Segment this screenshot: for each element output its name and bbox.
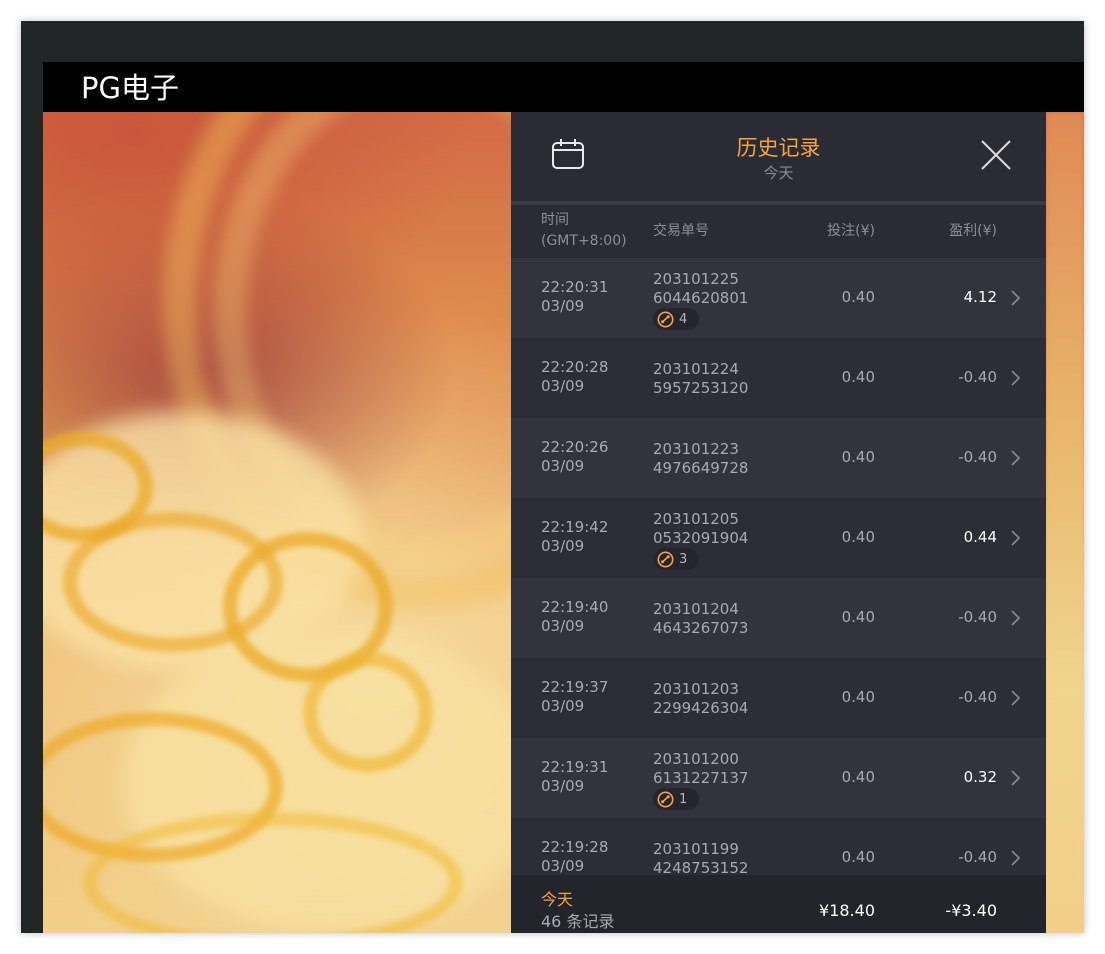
row-bet: 0.40 (841, 848, 875, 866)
free-spin-icon (657, 791, 674, 807)
close-icon (981, 140, 1011, 170)
row-order-number: 203101199 4248753152 (653, 840, 749, 877)
column-time: 时间 (GMT+8:00) (541, 212, 627, 249)
column-order: 交易单号 (653, 223, 709, 239)
free-spin-count: 1 (679, 791, 688, 807)
app-title: PG电子 (81, 71, 179, 105)
history-panel: 历史记录 今天 时间 (GMT+8:00) 交易单号 投注(¥) 盈利(¥) 2… (511, 112, 1046, 933)
row-bet: 0.40 (841, 288, 875, 306)
free-spin-badge: 4 (653, 308, 699, 330)
history-row[interactable]: 22:19:40 03/09 203101204 4643267073 0.40 -0.4… (511, 578, 1046, 658)
free-spin-count: 3 (679, 551, 688, 567)
row-bet: 0.40 (841, 448, 875, 466)
chevron-right-icon (1011, 770, 1021, 786)
chevron-right-icon (1011, 370, 1021, 386)
row-bet: 0.40 (841, 368, 875, 386)
row-time: 22:19:40 03/09 (541, 598, 609, 635)
row-time: 22:20:28 03/09 (541, 358, 609, 395)
row-profit: 4.12 (963, 288, 997, 306)
history-header: 历史记录 今天 (511, 112, 1046, 202)
history-date-filter: 今天 (763, 164, 794, 182)
row-bet: 0.40 (841, 608, 875, 626)
history-row[interactable]: 22:20:28 03/09 203101224 5957253120 0.40 -0.4… (511, 338, 1046, 418)
row-order-number: 203101205 0532091904 (653, 510, 749, 547)
summary-profit-total: -¥3.40 (945, 901, 997, 920)
chevron-right-icon (1011, 610, 1021, 626)
row-order-number: 203101204 4643267073 (653, 600, 749, 637)
history-list: 22:20:31 03/09 203101225 6044620801 4 0.40 4.1… (511, 258, 1046, 898)
row-bet: 0.40 (841, 528, 875, 546)
history-row[interactable]: 22:19:31 03/09 203101200 6131227137 1 0.40 0.3… (511, 738, 1046, 818)
row-order-number: 203101224 5957253120 (653, 360, 749, 397)
chevron-right-icon (1011, 850, 1021, 866)
row-profit: -0.40 (958, 848, 997, 866)
history-row[interactable]: 22:20:26 03/09 203101223 4976649728 0.40 -0.4… (511, 418, 1046, 498)
history-summary: 今天 46 条记录 ¥18.40 -¥3.40 (511, 875, 1046, 933)
chevron-right-icon (1011, 290, 1021, 306)
chevron-right-icon (1011, 450, 1021, 466)
table-header: 时间 (GMT+8:00) 交易单号 投注(¥) 盈利(¥) (511, 205, 1046, 258)
history-row[interactable]: 22:19:42 03/09 203101205 0532091904 3 0.40 0.4… (511, 498, 1046, 578)
row-order-number: 203101200 6131227137 (653, 750, 749, 787)
history-row[interactable]: 22:20:31 03/09 203101225 6044620801 4 0.40 4.1… (511, 258, 1046, 338)
row-bet: 0.40 (841, 688, 875, 706)
chevron-right-icon (1011, 530, 1021, 546)
row-time: 22:19:42 03/09 (541, 518, 609, 555)
row-profit: 0.32 (963, 768, 997, 786)
row-profit: 0.44 (963, 528, 997, 546)
row-time: 22:19:37 03/09 (541, 678, 609, 715)
row-time: 22:20:31 03/09 (541, 278, 609, 315)
free-spin-icon (657, 311, 674, 327)
summary-count: 46 条记录 (541, 912, 615, 931)
history-row[interactable]: 22:19:37 03/09 203101203 2299426304 0.40 -0.4… (511, 658, 1046, 738)
row-profit: -0.40 (958, 608, 997, 626)
row-time: 22:19:31 03/09 (541, 758, 609, 795)
column-profit: 盈利(¥) (949, 223, 997, 239)
free-spin-badge: 1 (653, 788, 699, 810)
row-profit: -0.40 (958, 688, 997, 706)
chevron-right-icon (1011, 690, 1021, 706)
free-spin-badge: 3 (653, 548, 699, 570)
row-order-number: 203101203 2299426304 (653, 680, 749, 717)
free-spin-icon (657, 551, 674, 567)
summary-bet-total: ¥18.40 (819, 901, 875, 920)
background-edge (1046, 112, 1084, 933)
row-order-number: 203101225 6044620801 (653, 270, 749, 307)
summary-label: 今天 (541, 890, 574, 909)
row-time: 22:20:26 03/09 (541, 438, 609, 475)
row-profit: -0.40 (958, 448, 997, 466)
row-bet: 0.40 (841, 768, 875, 786)
row-time: 22:19:28 03/09 (541, 838, 609, 875)
row-order-number: 203101223 4976649728 (653, 440, 749, 477)
history-title: 历史记录 (736, 136, 821, 160)
free-spin-count: 4 (679, 311, 688, 327)
column-bet: 投注(¥) (827, 223, 875, 239)
row-profit: -0.40 (958, 368, 997, 386)
app-header: PG电子 (43, 62, 1084, 112)
close-button[interactable] (979, 138, 1017, 176)
